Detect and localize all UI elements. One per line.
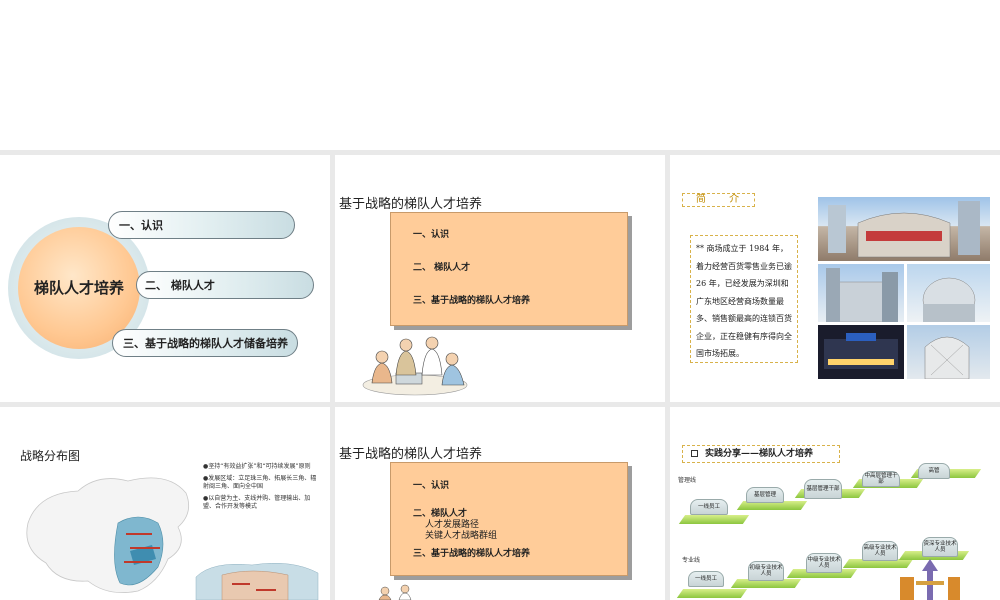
agenda-item-1: 一、认识 bbox=[413, 230, 450, 240]
management-step-3: 基层管理干部 bbox=[804, 479, 842, 499]
slide-thumbnail-3[interactable]: 简 介 ** 商场成立于 1984 年，着力经营百货零售业务已逾 26 年，已经… bbox=[670, 155, 1000, 402]
team-meeting-illustration bbox=[362, 336, 468, 396]
intro-title: 简 介 bbox=[682, 193, 755, 207]
practice-title: 实践分享——梯队人才培养 bbox=[682, 445, 840, 463]
blank-area bbox=[0, 0, 1000, 150]
professional-step-1: 一线员工 bbox=[688, 571, 724, 587]
agenda-box: 一、认识 二、 梯队人才 三、基于战略的梯队人才培养 bbox=[390, 212, 628, 326]
slide-thumbnail-1[interactable]: 梯队人才培养 一、认识 二、 梯队人才 三、基于战略的梯队人才储备培养 bbox=[0, 155, 330, 402]
regional-map bbox=[195, 562, 319, 600]
management-step-1: 一线员工 bbox=[690, 499, 728, 515]
mall-photo-5 bbox=[907, 325, 990, 380]
agenda-item-1: 一、认识 bbox=[413, 481, 450, 491]
lane-label-professional: 专业线 bbox=[682, 557, 701, 564]
slide-title: 基于战略的梯队人才培养 bbox=[339, 197, 483, 212]
outline-item-1: 一、认识 bbox=[108, 211, 295, 239]
agenda-subitem: 关键人才战略群组 bbox=[425, 531, 498, 541]
step-platform bbox=[678, 515, 750, 524]
slide-thumbnail-2[interactable]: 基于战略的梯队人才培养 一、认识 二、 梯队人才 三、基于战略的梯队人才培养 bbox=[335, 155, 665, 402]
china-map bbox=[26, 477, 190, 594]
map-title: 战略分布图 bbox=[20, 449, 81, 463]
square-bullet-icon bbox=[691, 450, 698, 457]
agenda-box: 一、认识 二、梯队人才 人才发展路径 关键人才战略群组 三、基于战略的梯队人才培… bbox=[390, 462, 628, 576]
agenda-subitem: 人才发展路径 bbox=[425, 520, 480, 530]
management-step-4: 中高层管理干部 bbox=[862, 471, 900, 487]
management-step-2: 基层管理 bbox=[746, 487, 784, 503]
step-platform bbox=[676, 589, 748, 598]
slide-thumbnail-6[interactable]: 实践分享——梯队人才培养 管理线 专业线 一线员工 基层管理 基层管理干部 中高… bbox=[670, 407, 1000, 600]
outline-item-2: 二、 梯队人才 bbox=[136, 271, 314, 299]
agenda-item-2-label: 二、梯队人才 bbox=[413, 509, 468, 519]
team-meeting-illustration bbox=[378, 584, 412, 600]
outline-item-3: 三、基于战略的梯队人才储备培养 bbox=[112, 329, 298, 357]
agenda-item-2: 二、 梯队人才 bbox=[413, 263, 471, 273]
mall-photo-1 bbox=[818, 197, 990, 261]
mall-photo-4 bbox=[818, 325, 904, 379]
slide-title: 基于战略的梯队人才培养 bbox=[339, 447, 483, 462]
bullet-item: ●发展区域：立足珠三角、拓展长三角、辐射闽三角、面向全中国 bbox=[203, 474, 317, 491]
professional-step-4: 高级专业技术人员 bbox=[862, 541, 898, 561]
slide-thumbnail-4[interactable]: 战略分布图 ●坚持“有效益扩张”和“可持续发展”原则 ●发展区域：立足珠三角、拓… bbox=[0, 407, 330, 600]
lane-label-management: 管理线 bbox=[678, 477, 697, 484]
agenda-item-3: 三、基于战略的梯队人才培养 bbox=[413, 549, 531, 559]
agenda-item-2: 二、梯队人才 人才发展路径 关键人才战略群组 bbox=[413, 509, 497, 542]
professional-step-5: 资深专业技术人员 bbox=[922, 537, 958, 557]
strategy-bullets: ●坚持“有效益扩张”和“可持续发展”原则 ●发展区域：立足珠三角、拓展长三角、辐… bbox=[203, 463, 321, 515]
management-step-5: 高管 bbox=[918, 463, 950, 479]
slide-thumbnail-5[interactable]: 基于战略的梯队人才培养 一、认识 二、梯队人才 人才发展路径 关键人才战略群组 … bbox=[335, 407, 665, 600]
bullet-item: ●以自营为主、支线并购、管理输出、加盟、合作开发等模式 bbox=[203, 494, 311, 511]
mall-photo-2 bbox=[818, 264, 904, 323]
bullet-item: ●坚持“有效益扩张”和“可持续发展”原则 bbox=[203, 463, 311, 470]
arrow-up-icon bbox=[900, 559, 960, 600]
intro-text: ** 商场成立于 1984 年，着力经营百货零售业务已逾 26 年，已经发展为深… bbox=[690, 235, 798, 363]
mall-photo-3 bbox=[907, 264, 990, 323]
agenda-item-3: 三、基于战略的梯队人才培养 bbox=[413, 296, 531, 306]
practice-title-text: 实践分享——梯队人才培养 bbox=[705, 449, 814, 459]
professional-step-3: 中级专业技术人员 bbox=[806, 553, 842, 573]
professional-step-2: 初级专业技术人员 bbox=[748, 561, 784, 581]
